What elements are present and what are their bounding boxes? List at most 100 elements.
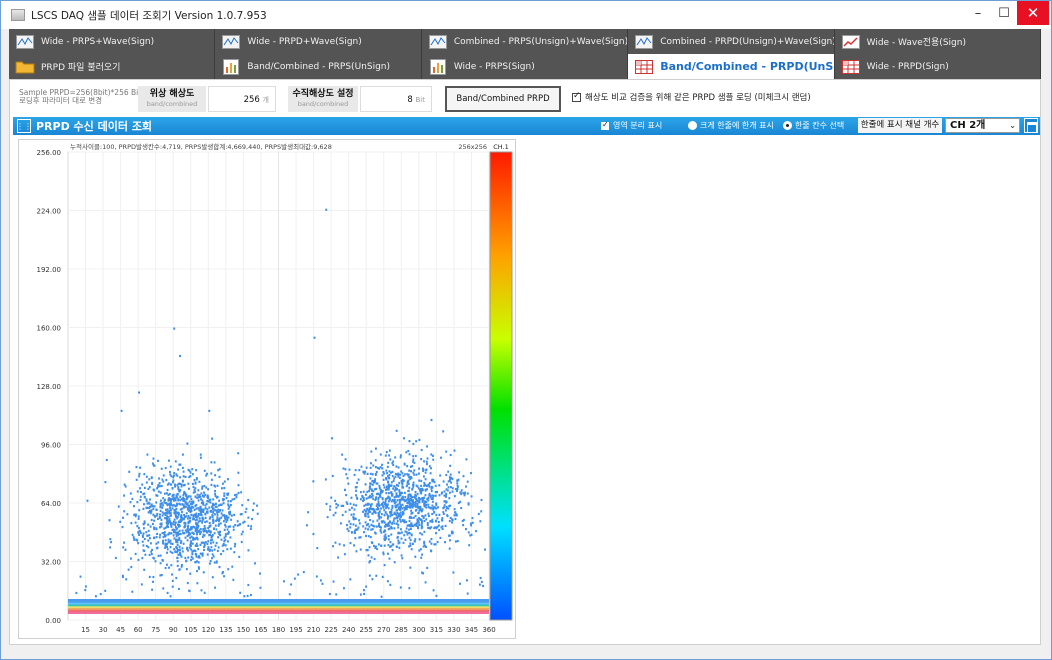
data-point xyxy=(212,498,215,501)
data-point xyxy=(470,471,472,475)
data-point xyxy=(168,459,170,462)
vertical-resolution-field[interactable]: 8 Bit xyxy=(360,86,432,112)
data-point xyxy=(344,488,346,492)
tab-bottom-3[interactable]: Band/Combined - PRPD(UnSign) xyxy=(628,54,835,79)
window-toggle-button[interactable] xyxy=(1024,118,1038,133)
tab-bottom-0[interactable]: PRPD 파일 불러오기 xyxy=(9,54,216,79)
tab-top-4[interactable]: Wide - Wave전용(Sign) xyxy=(834,29,1042,54)
radio-icon[interactable] xyxy=(783,121,792,130)
data-point xyxy=(480,580,483,583)
tab-bottom-2[interactable]: Wide - PRPS(Sign) xyxy=(421,54,629,79)
data-point xyxy=(370,528,373,531)
data-point xyxy=(201,494,204,497)
tab-top-3[interactable]: Combined - PRPD(Unsign)+Wave(Sign) xyxy=(628,29,835,54)
data-point xyxy=(414,490,417,494)
radio-select-count[interactable]: 한줄 칸수 선택 xyxy=(783,120,844,131)
data-point xyxy=(427,514,430,518)
data-point xyxy=(226,540,229,543)
data-point xyxy=(375,470,378,474)
x-tick-label: 345 xyxy=(465,626,478,634)
data-point xyxy=(344,468,347,471)
tab-top-2[interactable]: Combined - PRPS(Unsign)+Wave(Sign) xyxy=(421,29,629,54)
data-point xyxy=(410,522,413,525)
band-combined-prpd-button[interactable]: Band/Combined PRPD xyxy=(445,86,561,112)
data-point xyxy=(377,502,380,506)
checkbox-icon[interactable] xyxy=(572,91,581,102)
data-point xyxy=(161,514,164,517)
data-point xyxy=(399,454,402,457)
data-point xyxy=(415,499,418,502)
data-point xyxy=(199,506,202,509)
chevron-down-icon: ⌄ xyxy=(1009,121,1016,130)
checkbox-icon[interactable] xyxy=(601,120,609,130)
data-point xyxy=(121,525,124,529)
area-split-checkbox[interactable]: 영역 분리 표시 xyxy=(601,120,662,131)
data-point xyxy=(223,540,226,543)
data-point xyxy=(176,556,179,560)
data-point xyxy=(395,473,398,476)
data-point xyxy=(453,508,456,511)
data-point xyxy=(191,550,194,553)
tab-bottom-1[interactable]: Band/Combined - PRPS(UnSign) xyxy=(215,54,422,79)
data-point xyxy=(443,494,446,497)
data-point xyxy=(411,504,414,507)
data-point xyxy=(412,471,415,474)
tab-top-1[interactable]: Wide - PRPD+Wave(Sign) xyxy=(215,29,422,54)
data-point xyxy=(415,484,418,487)
data-point xyxy=(117,505,120,508)
data-point xyxy=(454,511,457,514)
data-point xyxy=(141,535,144,538)
data-point xyxy=(359,536,362,539)
data-point xyxy=(232,578,235,581)
data-point xyxy=(368,487,371,490)
data-point xyxy=(183,525,186,529)
band-row xyxy=(68,611,489,614)
tab-top-0[interactable]: Wide - PRPS+Wave(Sign) xyxy=(9,29,216,54)
data-point xyxy=(398,476,401,479)
tab-bottom-4[interactable]: Wide - PRPD(Sign) xyxy=(834,54,1042,79)
data-point xyxy=(377,512,380,515)
data-point xyxy=(135,478,138,481)
data-point xyxy=(425,518,428,521)
data-point xyxy=(435,531,437,535)
data-point xyxy=(434,543,437,546)
radio-icon[interactable] xyxy=(688,121,697,130)
data-point xyxy=(201,487,204,490)
data-point xyxy=(174,521,177,524)
data-point xyxy=(174,485,177,488)
data-point xyxy=(390,545,393,548)
close-button[interactable]: ✕ xyxy=(1017,1,1049,25)
data-point xyxy=(221,514,224,517)
data-point xyxy=(152,580,154,583)
data-point xyxy=(245,507,248,510)
maximize-button[interactable]: ☐ xyxy=(989,1,1019,25)
data-point xyxy=(458,471,461,474)
data-point xyxy=(170,524,173,527)
data-point xyxy=(208,521,211,525)
data-point xyxy=(256,504,258,507)
data-point xyxy=(362,510,364,513)
data-point xyxy=(152,536,155,540)
data-point xyxy=(408,486,411,489)
compare-checkbox[interactable]: 해상도 비교 검증을 위해 같은 PRPD 샘플 로딩 (미체크시 랜덤) xyxy=(572,91,811,103)
data-point xyxy=(217,510,220,514)
data-point xyxy=(192,525,195,528)
data-point xyxy=(406,501,409,505)
data-point xyxy=(466,592,469,595)
data-point xyxy=(114,556,117,560)
data-point xyxy=(150,518,153,522)
channel-count-select[interactable]: CH 2개 ⌄ xyxy=(945,118,1020,133)
data-point xyxy=(363,531,365,534)
window-title: LSCS DAQ 샘플 데이터 조회기 Version 1.0.7.953 xyxy=(31,9,267,22)
data-point xyxy=(148,575,151,579)
phase-resolution-field[interactable]: 256 개 xyxy=(208,86,276,112)
data-point xyxy=(184,522,187,525)
data-point xyxy=(153,505,156,508)
data-point xyxy=(221,509,224,512)
data-point xyxy=(435,507,438,510)
radio-one-per-row[interactable]: 크게 한줄에 한개 표시 xyxy=(688,120,774,131)
data-point xyxy=(128,470,131,473)
data-point xyxy=(206,530,209,533)
data-point xyxy=(177,513,180,516)
data-point xyxy=(229,536,232,539)
